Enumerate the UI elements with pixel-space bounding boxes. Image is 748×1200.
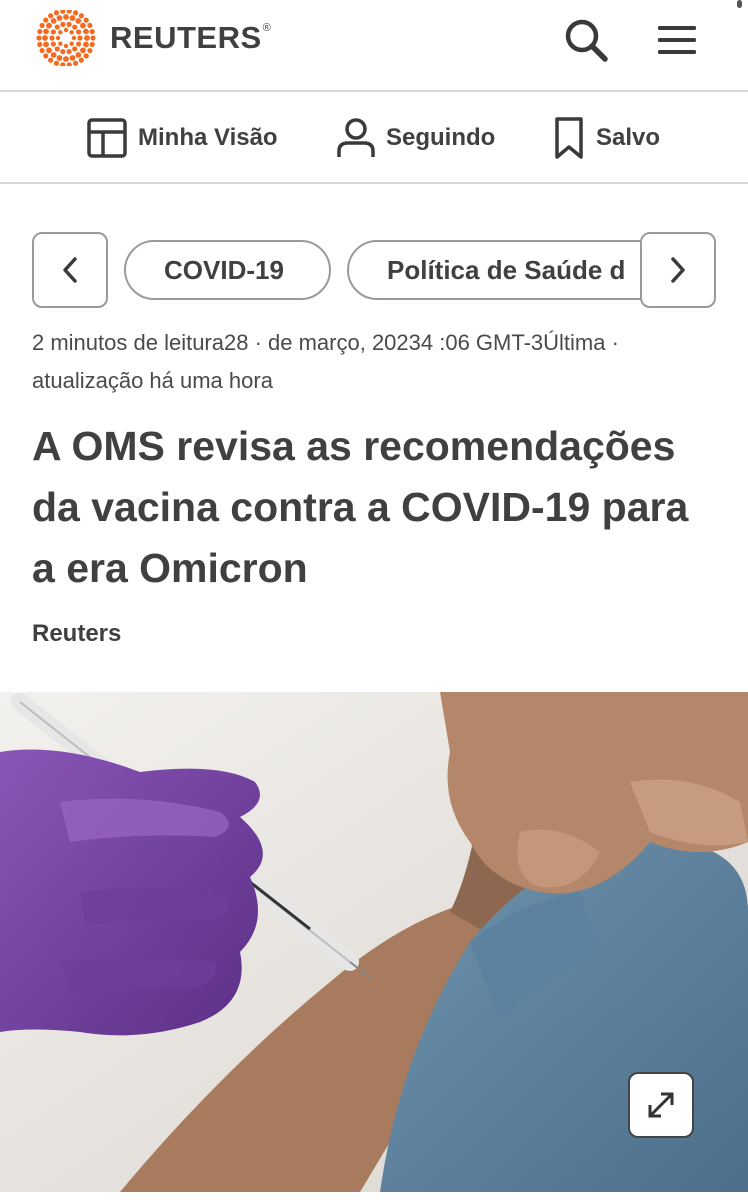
nav-label: Minha Visão [138,124,278,151]
carousel-next-button[interactable] [640,232,716,308]
tag-politica-de-saude[interactable]: Política de Saúde d [347,240,644,300]
article-meta: 2 minutos de leitura28 · de março, 20234… [32,330,619,393]
dashboard-icon [87,118,127,158]
nav-seguindo[interactable]: Seguindo [336,116,495,160]
registered-mark: ® [262,22,272,34]
top-bar: REUTERS® [0,0,748,92]
nav-minha-visao[interactable]: Minha Visão [86,116,278,160]
menu-button[interactable] [652,16,702,64]
carousel-prev-button[interactable] [32,232,108,308]
secondary-nav: Minha Visão Seguindo Salvo [0,94,748,184]
scrollbar[interactable] [737,0,742,8]
chevron-right-icon [671,257,685,283]
brand-name[interactable]: REUTERS® [110,20,271,56]
tag-covid-19[interactable]: COVID-19 [124,240,331,300]
topic-tags-carousel: COVID-19 Política de Saúde d [0,230,748,310]
bookmark-icon [555,117,583,159]
article-headline: A OMS revisa as recomendações da vacina … [32,423,689,591]
chevron-left-icon [63,257,77,283]
nav-label: Seguindo [386,124,496,151]
nav-label: Salvo [596,124,661,151]
search-icon [565,19,608,62]
expand-image-button[interactable] [628,1072,694,1138]
hamburger-menu-icon [658,26,696,54]
expand-arrows-icon [648,1092,674,1118]
nav-salvo[interactable]: Salvo [552,116,660,160]
reuters-logo-icon[interactable] [34,10,98,66]
search-button[interactable] [560,14,612,66]
article-byline[interactable]: Reuters [32,620,121,648]
person-icon [337,118,375,157]
tag-list: COVID-19 Política de Saúde d [124,240,644,300]
